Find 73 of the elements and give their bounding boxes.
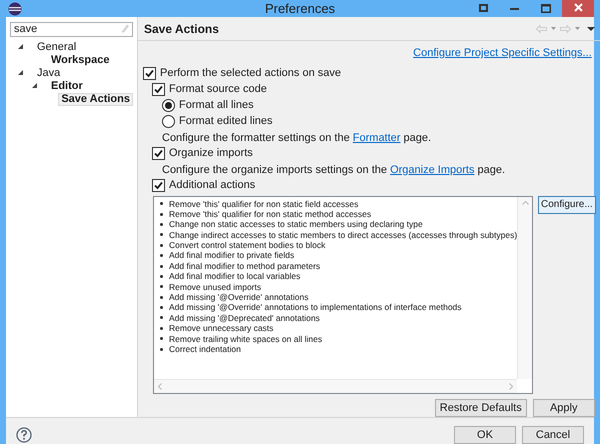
configure-button[interactable]: Configure... <box>538 196 596 214</box>
hint-text: Configure the organize imports settings on the Organize Imports page. <box>162 162 506 178</box>
checkbox-label: Organize imports <box>169 146 253 162</box>
action-item: Add final modifier to private fields <box>169 250 294 261</box>
page-link[interactable]: Organize Imports <box>390 164 474 176</box>
bullet-icon <box>160 274 163 278</box>
close-button[interactable] <box>562 0 594 17</box>
search-field[interactable]: save <box>10 22 133 37</box>
checkbox[interactable] <box>152 147 165 160</box>
action-item: Add missing '@Override' annotations to implementations of interface methods <box>169 302 462 313</box>
page-link[interactable]: Formatter <box>352 132 400 144</box>
page-title: Save Actions <box>144 20 219 38</box>
bullet-icon <box>160 337 163 340</box>
bullet-icon <box>160 254 163 258</box>
vertical-scrollbar[interactable] <box>517 196 532 378</box>
close-icon <box>574 2 582 12</box>
action-item: Add missing '@Deprecated' annotations <box>169 312 320 324</box>
checkbox[interactable] <box>152 83 165 96</box>
bullet-icon <box>160 316 163 320</box>
action-item: Correct indentation <box>169 344 241 354</box>
bullet-icon <box>160 222 163 226</box>
action-item: Convert control statement bodies to block <box>169 240 326 250</box>
cancel-button[interactable]: Cancel <box>522 426 584 444</box>
checkbox-label: Additional actions <box>169 178 256 194</box>
view-menu-icon[interactable] <box>586 26 595 30</box>
bullet-icon <box>160 326 163 330</box>
tree-item[interactable]: Save Actions <box>58 92 133 106</box>
window-restore-icon[interactable] <box>478 2 490 14</box>
check-icon <box>154 149 163 158</box>
restore-defaults-button[interactable]: Restore Defaults <box>434 398 527 416</box>
bullet-icon <box>160 264 163 268</box>
expand-triangle-icon[interactable] <box>32 83 38 89</box>
action-item: Add final modifier to local variables <box>169 271 300 282</box>
action-item: Add missing '@Override' annotations <box>169 292 308 302</box>
checkbox-label: Perform the selected actions on save <box>160 66 341 82</box>
tree-item[interactable]: Editor <box>48 80 86 92</box>
action-item: Remove trailing white spaces on all lines <box>169 334 322 344</box>
bullet-icon <box>160 306 163 310</box>
checkbox[interactable] <box>152 179 165 192</box>
radio-button[interactable] <box>162 115 175 128</box>
bullet-icon <box>160 212 163 216</box>
bullet-icon <box>160 244 163 247</box>
action-item: Remove 'this' qualifier for non static field accesses <box>169 198 358 209</box>
bullet-icon <box>160 348 163 351</box>
action-item: Change indirect accesses to static members to direct accesses (accesses through subtypes) <box>169 230 518 240</box>
action-item: Change non static accesses to static members using declaring type <box>169 219 423 230</box>
bullet-icon <box>160 285 163 288</box>
radio-label: Format edited lines <box>179 114 273 130</box>
radio-button[interactable] <box>162 99 175 112</box>
action-item: Remove unnecessary casts <box>169 323 274 334</box>
tree-item[interactable]: General <box>34 40 80 54</box>
radio-label: Format all lines <box>179 98 254 114</box>
action-item: Add final modifier to method parameters <box>169 260 320 272</box>
check-icon <box>154 181 163 190</box>
maximize-icon[interactable] <box>541 4 551 13</box>
apply-button[interactable]: Apply <box>532 398 595 416</box>
checkbox-label: Format source code <box>169 82 267 98</box>
minimize-icon[interactable] <box>510 7 519 10</box>
ok-button[interactable]: OK <box>454 426 516 444</box>
bullet-icon <box>160 233 163 236</box>
help-icon[interactable] <box>16 426 32 442</box>
hint-text: Configure the formatter settings on the Formatter page. <box>162 130 432 146</box>
checkbox[interactable] <box>143 67 156 80</box>
window-title: Preferences <box>264 0 336 18</box>
bullet-icon <box>160 296 163 299</box>
tree-item[interactable]: Workspace <box>48 54 112 66</box>
action-item: Remove 'this' qualifier for non static method accesses <box>169 208 372 220</box>
action-item: Remove unused imports <box>169 282 262 292</box>
bullet-icon <box>160 202 163 206</box>
expand-triangle-icon[interactable] <box>18 70 24 76</box>
tree-item[interactable]: Java <box>34 66 64 80</box>
expand-triangle-icon[interactable] <box>18 44 24 50</box>
project-settings-link[interactable]: Configure Project Specific Settings... <box>413 45 592 62</box>
